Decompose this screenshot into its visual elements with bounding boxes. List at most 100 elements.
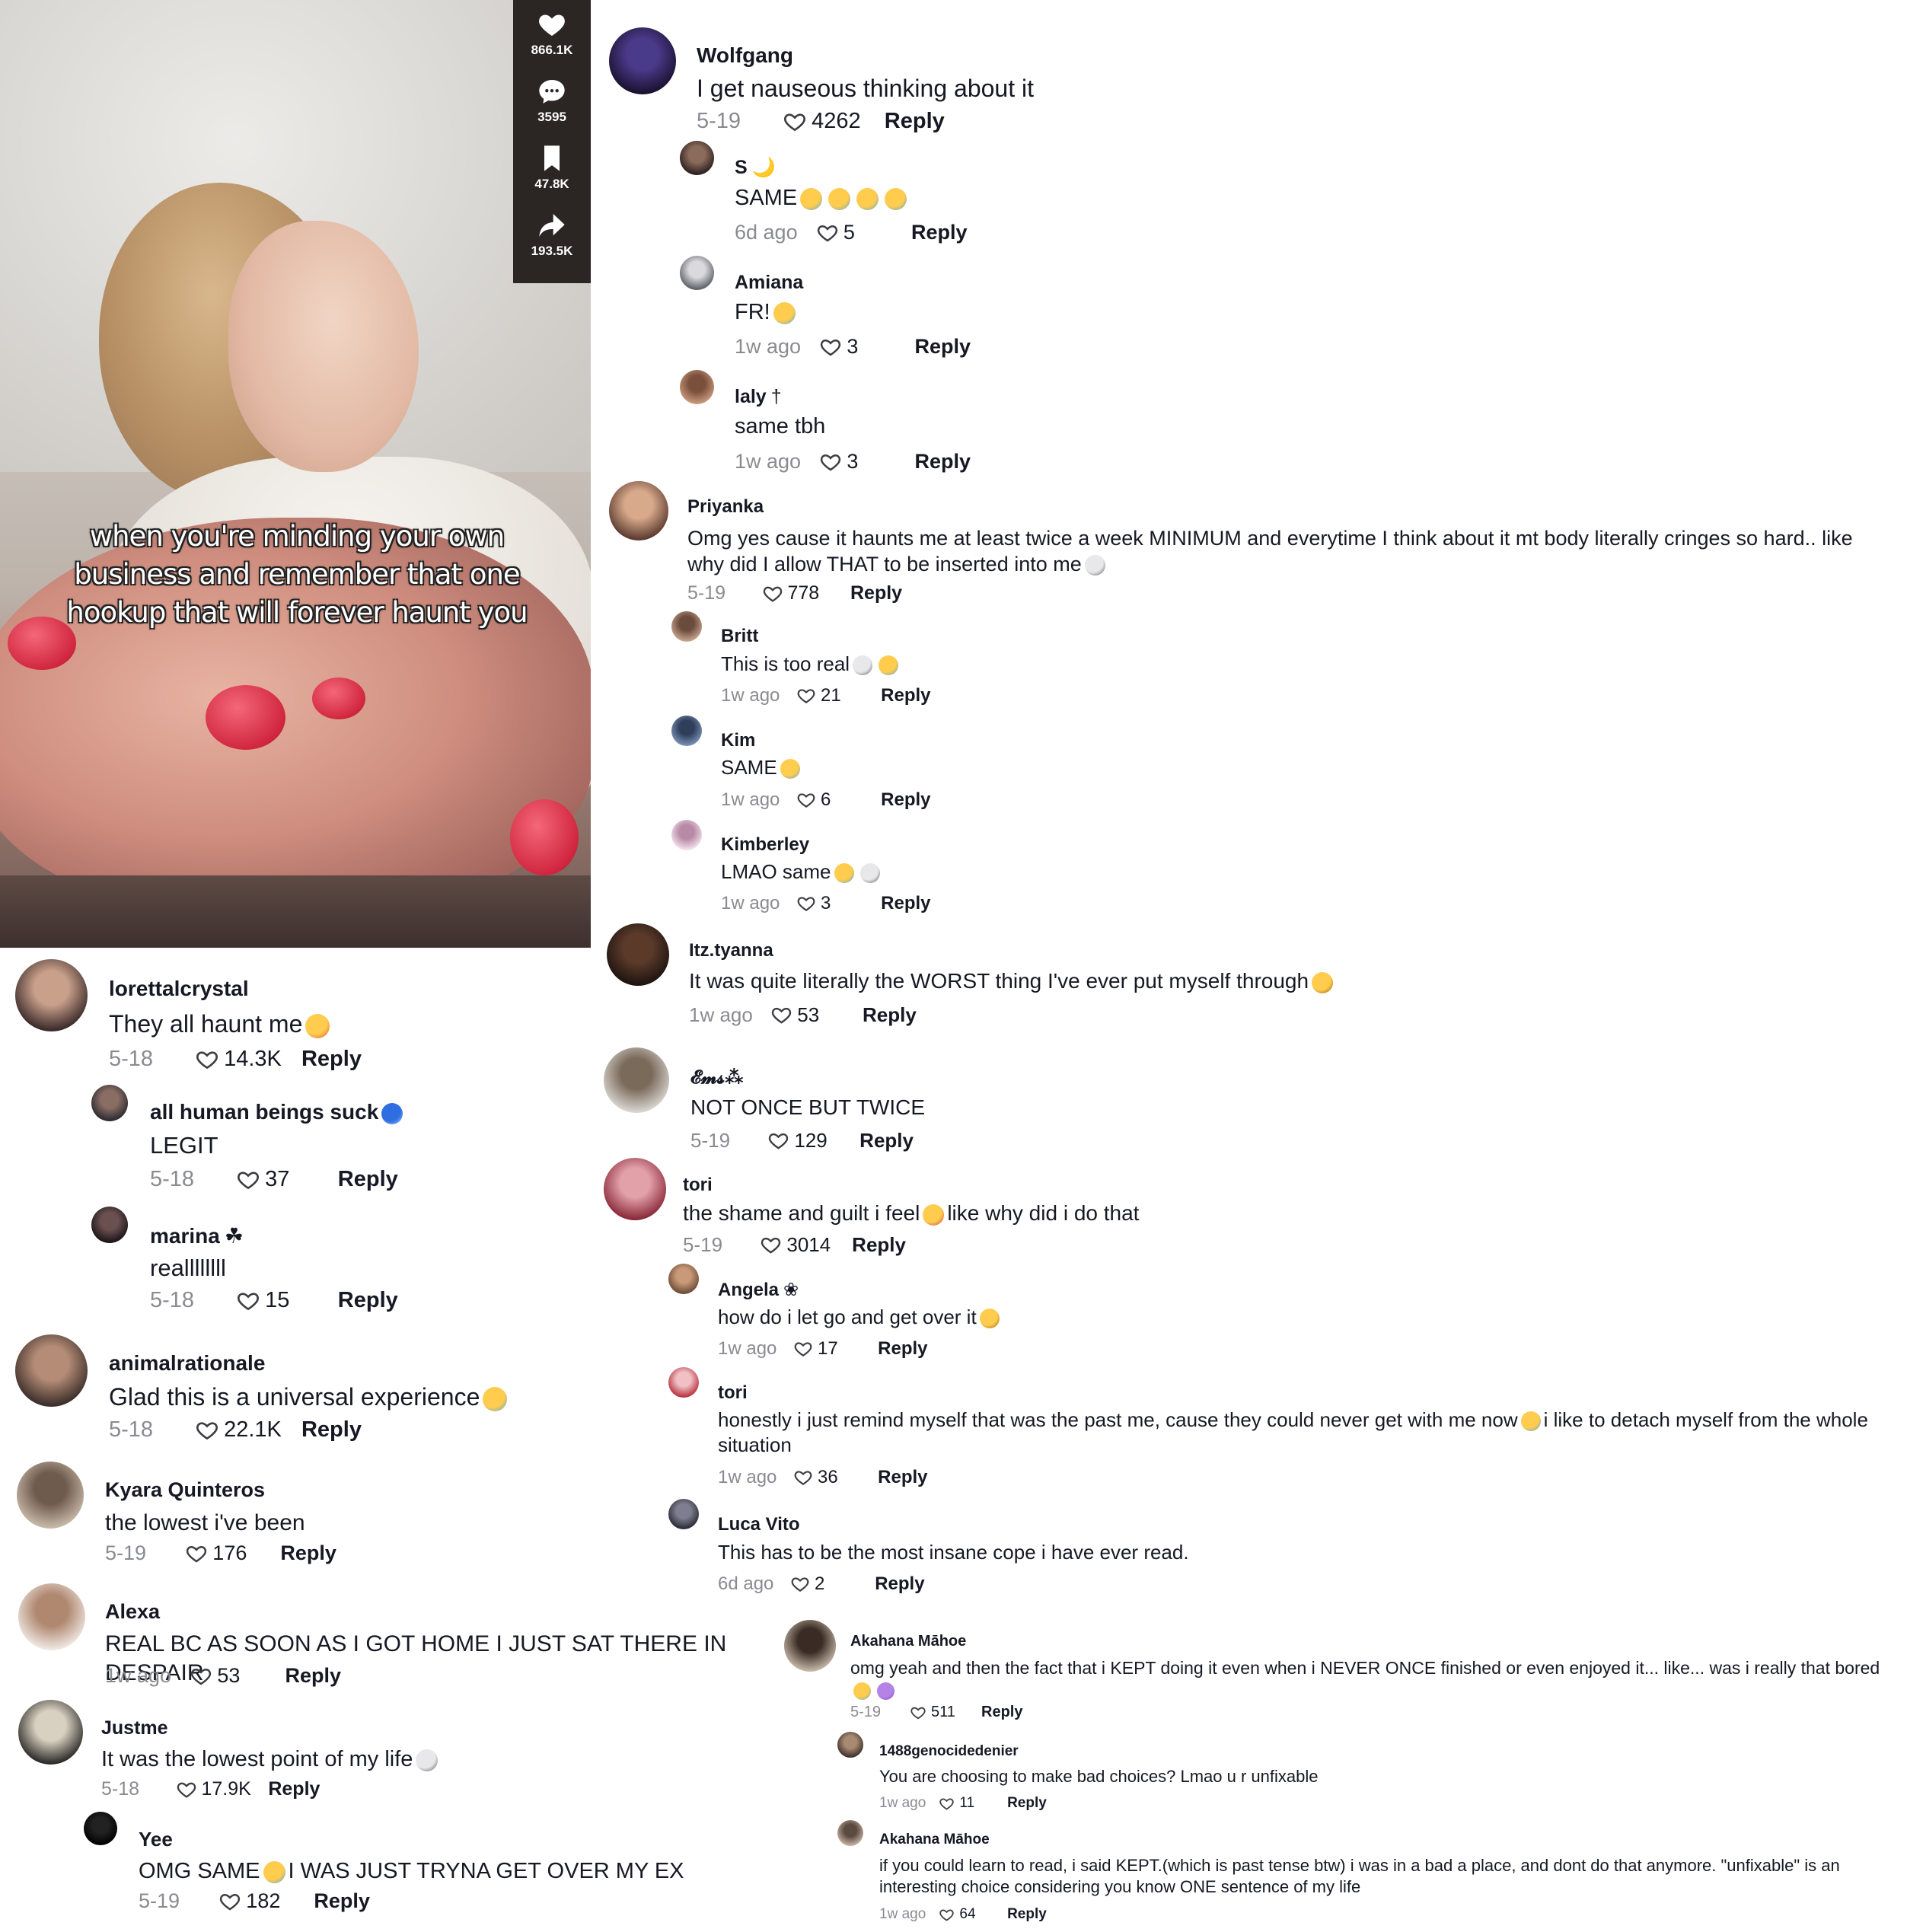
heart-outline-icon[interactable] bbox=[796, 686, 816, 706]
comment-like-button[interactable]: 6 bbox=[796, 789, 865, 811]
heart-outline-icon[interactable] bbox=[793, 1468, 813, 1487]
reply-button[interactable]: Reply bbox=[850, 582, 902, 604]
reply-button[interactable]: Reply bbox=[280, 1541, 336, 1565]
heart-outline-icon[interactable] bbox=[816, 222, 839, 244]
reply-button[interactable]: Reply bbox=[301, 1417, 362, 1443]
heart-outline-icon[interactable] bbox=[767, 1130, 789, 1152]
comment-username[interactable]: Alexa bbox=[105, 1600, 160, 1624]
share-icon[interactable] bbox=[537, 210, 567, 241]
avatar[interactable] bbox=[17, 1462, 84, 1529]
heart-outline-icon[interactable] bbox=[790, 1574, 810, 1594]
reply-button[interactable]: Reply bbox=[881, 685, 930, 706]
comment-username[interactable]: all human beings suck bbox=[150, 1100, 406, 1124]
avatar[interactable] bbox=[609, 27, 676, 94]
reply-button[interactable]: Reply bbox=[881, 789, 930, 811]
comment-like-button[interactable]: 3 bbox=[819, 450, 896, 473]
reply-button[interactable]: Reply bbox=[863, 1003, 917, 1027]
avatar[interactable] bbox=[607, 923, 669, 986]
heart-outline-icon[interactable] bbox=[939, 1796, 955, 1812]
heart-outline-icon[interactable] bbox=[236, 1168, 260, 1192]
comment-username[interactable]: Yee bbox=[139, 1828, 173, 1851]
heart-outline-icon[interactable] bbox=[793, 1339, 813, 1359]
reply-button[interactable]: Reply bbox=[914, 335, 971, 359]
comment-username[interactable]: Britt bbox=[721, 626, 758, 647]
avatar[interactable] bbox=[668, 1367, 699, 1398]
avatar[interactable] bbox=[15, 959, 88, 1031]
comment-like-button[interactable]: 17 bbox=[793, 1338, 862, 1360]
avatar[interactable] bbox=[784, 1620, 836, 1672]
avatar[interactable] bbox=[837, 1820, 863, 1846]
comment-like-button[interactable]: 37 bbox=[236, 1167, 318, 1192]
comment-username[interactable]: lorettalcrystal bbox=[109, 977, 249, 1001]
reply-button[interactable]: Reply bbox=[881, 893, 930, 914]
comment-username[interactable]: Justme bbox=[101, 1717, 168, 1739]
comment-like-button[interactable]: 176 bbox=[185, 1541, 262, 1565]
heart-outline-icon[interactable] bbox=[236, 1289, 260, 1313]
reply-button[interactable]: Reply bbox=[338, 1167, 398, 1192]
reply-button[interactable]: Reply bbox=[301, 1047, 362, 1072]
comment-like-button[interactable]: 17.9K bbox=[176, 1778, 251, 1800]
avatar[interactable] bbox=[680, 256, 714, 290]
heart-icon[interactable] bbox=[537, 9, 567, 40]
avatar[interactable] bbox=[671, 611, 702, 642]
reply-button[interactable]: Reply bbox=[1007, 1906, 1047, 1923]
avatar[interactable] bbox=[671, 716, 702, 746]
avatar[interactable] bbox=[604, 1047, 669, 1113]
heart-outline-icon[interactable] bbox=[218, 1890, 241, 1913]
comment-like-button[interactable]: 182 bbox=[218, 1889, 295, 1913]
reply-button[interactable]: Reply bbox=[911, 221, 968, 244]
heart-outline-icon[interactable] bbox=[185, 1542, 208, 1565]
comment-like-button[interactable]: 3 bbox=[819, 335, 896, 359]
comment-like-button[interactable]: 3 bbox=[796, 893, 865, 914]
reply-button[interactable]: Reply bbox=[914, 450, 971, 473]
video-player[interactable]: when you're minding your own business an… bbox=[0, 0, 591, 948]
comment-username[interactable]: Angela ❀ bbox=[718, 1279, 799, 1301]
avatar[interactable] bbox=[18, 1583, 85, 1650]
save-action[interactable]: 47.8K bbox=[534, 143, 569, 210]
comment-username[interactable]: tori bbox=[683, 1175, 713, 1196]
like-action[interactable]: 866.1K bbox=[531, 9, 572, 76]
reply-button[interactable]: Reply bbox=[1007, 1795, 1047, 1812]
comment-like-button[interactable]: 53 bbox=[770, 1003, 844, 1027]
heart-outline-icon[interactable] bbox=[819, 336, 842, 359]
reply-button[interactable]: Reply bbox=[885, 109, 945, 134]
comment-like-button[interactable]: 15 bbox=[236, 1288, 318, 1313]
comment-like-button[interactable]: 4262 bbox=[783, 109, 865, 134]
comment-like-button[interactable]: 64 bbox=[939, 1906, 994, 1923]
comment-like-button[interactable]: 778 bbox=[762, 582, 834, 604]
avatar[interactable] bbox=[15, 1334, 88, 1407]
avatar[interactable] bbox=[680, 141, 714, 175]
comment-username[interactable]: 1488genocidedenier bbox=[879, 1743, 1019, 1760]
reply-button[interactable]: Reply bbox=[314, 1889, 370, 1913]
comment-username[interactable]: Kyara Quinteros bbox=[105, 1478, 265, 1502]
avatar[interactable] bbox=[668, 1264, 699, 1294]
comment-like-button[interactable]: 2 bbox=[790, 1573, 859, 1595]
heart-outline-icon[interactable] bbox=[783, 110, 807, 134]
comment-like-button[interactable]: 5 bbox=[816, 221, 893, 244]
avatar[interactable] bbox=[680, 370, 714, 404]
comment-username[interactable]: tori bbox=[718, 1382, 748, 1404]
heart-outline-icon[interactable] bbox=[762, 583, 783, 604]
comment-like-button[interactable]: 129 bbox=[767, 1129, 841, 1153]
reply-button[interactable]: Reply bbox=[338, 1288, 398, 1313]
avatar[interactable] bbox=[668, 1499, 699, 1529]
comment-like-button[interactable]: 14.3K bbox=[195, 1047, 282, 1072]
reply-button[interactable]: Reply bbox=[285, 1664, 341, 1688]
heart-outline-icon[interactable] bbox=[910, 1704, 926, 1721]
avatar[interactable] bbox=[671, 820, 702, 850]
avatar[interactable] bbox=[18, 1700, 83, 1765]
reply-button[interactable]: Reply bbox=[875, 1573, 924, 1595]
comment-username[interactable]: Itz.tyanna bbox=[689, 940, 773, 961]
comment-like-button[interactable]: 21 bbox=[796, 685, 865, 706]
heart-outline-icon[interactable] bbox=[195, 1418, 219, 1443]
reply-button[interactable]: Reply bbox=[878, 1338, 927, 1360]
comment-username[interactable]: Akahana Māhoe bbox=[879, 1832, 990, 1848]
reply-button[interactable]: Reply bbox=[878, 1467, 927, 1488]
share-action[interactable]: 193.5K bbox=[531, 210, 572, 277]
avatar[interactable] bbox=[91, 1207, 128, 1243]
comment-action[interactable]: 3595 bbox=[537, 76, 567, 143]
comment-username[interactable]: Kim bbox=[721, 730, 755, 751]
comment-like-button[interactable]: 3014 bbox=[760, 1233, 834, 1257]
avatar[interactable] bbox=[837, 1732, 863, 1758]
comment-username[interactable]: Wolfgang bbox=[697, 43, 793, 68]
